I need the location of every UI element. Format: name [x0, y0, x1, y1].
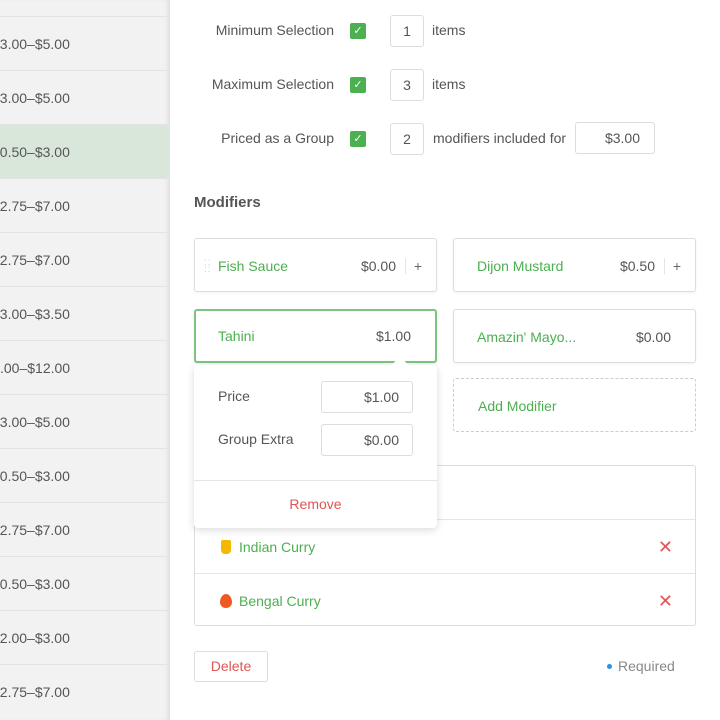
modifier-name: Amazin' Mayo... [477, 329, 577, 345]
list-row[interactable]: $2.75–$7.00 [0, 664, 170, 718]
list-row[interactable]: $0.50–$3.00 [0, 448, 170, 502]
modifier-card-dijon-mustard[interactable]: Dijon Mustard $0.50 + [453, 238, 696, 292]
group-extra-input[interactable]: $0.00 [321, 424, 413, 456]
item-list-panel: $3.00–$5.00 $3.00–$5.00 $0.50–$3.00 $2.75–$… [0, 0, 170, 720]
fire-icon [220, 594, 232, 608]
modifier-price: $0.00 [635, 329, 671, 345]
required-legend: Required [618, 658, 675, 674]
list-row[interactable]: .00–$12.00 [0, 340, 170, 394]
priced-group-label: Priced as a Group [221, 130, 334, 146]
price-label: Price [218, 388, 250, 404]
price-range: $3.00–$3.50 [0, 306, 70, 322]
list-item: Bengal Curry ✕ [195, 573, 695, 626]
group-extra-label: Group Extra [218, 431, 294, 447]
remove-x-icon[interactable]: ✕ [658, 574, 673, 628]
modifier-popover: Price $1.00 Group Extra $0.00 Remove [194, 356, 437, 528]
plus-icon[interactable]: + [404, 258, 422, 274]
price-range: .00–$12.00 [0, 360, 71, 376]
price-range: $2.75–$7.00 [0, 252, 70, 268]
group-count-input[interactable]: 2 [390, 123, 424, 155]
list-row[interactable]: $0.50–$3.00 [0, 124, 170, 178]
min-selection-input[interactable]: 1 [390, 15, 424, 47]
modifier-name: Tahini [218, 328, 255, 344]
price-range: $2.75–$7.00 [0, 684, 70, 700]
min-selection-checkbox[interactable]: ✓ [350, 23, 366, 39]
modifier-card-tahini[interactable]: Tahini $1.00 [194, 309, 437, 363]
list-row[interactable]: $3.00–$3.50 [0, 286, 170, 340]
group-text: modifiers included for [433, 130, 567, 146]
delete-button[interactable]: Delete [194, 651, 268, 682]
price-range: $2.00–$3.00 [0, 630, 70, 646]
max-selection-label: Maximum Selection [211, 76, 334, 92]
modifier-name: Fish Sauce [218, 258, 289, 274]
modifier-price: $0.50 [619, 258, 655, 274]
min-unit: items [432, 22, 466, 38]
modifier-price: $1.00 [375, 328, 411, 344]
list-row[interactable]: $2.75–$7.00 [0, 232, 170, 286]
price-input[interactable]: $1.00 [321, 381, 413, 413]
remove-button[interactable]: Remove [194, 480, 437, 528]
min-selection-label: Minimum Selection [215, 22, 334, 38]
price-range: $3.00–$5.00 [0, 90, 70, 106]
price-range: $2.75–$7.00 [0, 522, 70, 538]
modifier-card-amazin-mayo[interactable]: Amazin' Mayo... $0.00 [453, 309, 696, 363]
trophy-icon [221, 540, 231, 554]
list-row[interactable]: $3.00–$5.00 [0, 70, 170, 124]
remove-x-icon[interactable]: ✕ [658, 520, 673, 574]
list-row[interactable]: $2.00–$3.00 [0, 610, 170, 664]
modifier-card-fish-sauce[interactable]: :::: Fish Sauce $0.00 + [194, 238, 437, 292]
required-dot-icon [607, 664, 612, 669]
list-row[interactable]: $0.50–$3.00 [0, 556, 170, 610]
price-range: $3.00–$5.00 [0, 414, 70, 430]
price-range: $0.50–$3.00 [0, 576, 70, 592]
price-range: $3.00–$5.00 [0, 36, 70, 52]
list-row[interactable]: $2.75–$7.00 [0, 178, 170, 232]
max-selection-input[interactable]: 3 [390, 69, 424, 101]
modifier-name: Dijon Mustard [477, 258, 564, 274]
linked-item-name: Bengal Curry [239, 593, 321, 609]
list-row[interactable]: $2.75–$7.00 [0, 502, 170, 556]
list-row[interactable]: $3.00–$5.00 [0, 394, 170, 448]
drag-handle-icon[interactable]: :::: [204, 258, 212, 275]
priced-group-checkbox[interactable]: ✓ [350, 131, 366, 147]
modifier-price: $0.00 [360, 258, 396, 274]
modifiers-heading: Modifiers [194, 194, 261, 211]
price-range: $2.75–$7.00 [0, 198, 70, 214]
add-modifier-button[interactable]: Add Modifier [453, 378, 696, 432]
plus-icon[interactable]: + [663, 258, 681, 274]
group-price-input[interactable]: $3.00 [575, 122, 655, 154]
list-row[interactable]: $3.00–$5.00 [0, 16, 170, 70]
max-unit: items [432, 76, 466, 92]
linked-item-name: Indian Curry [239, 539, 316, 555]
price-range: $0.50–$3.00 [0, 468, 70, 484]
max-selection-checkbox[interactable]: ✓ [350, 77, 366, 93]
price-range: $0.50–$3.00 [0, 144, 70, 160]
